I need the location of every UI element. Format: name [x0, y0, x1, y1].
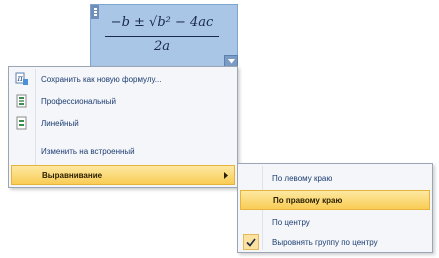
menu-item-change-to-inline[interactable]: Изменить на встроенный — [11, 141, 235, 161]
submenu-item-center[interactable]: По центру — [240, 212, 430, 232]
equation-numerator: −b ± √b² − 4ac — [110, 14, 214, 30]
linear-format-icon — [11, 113, 33, 133]
equation-content: −b ± √b² − 4ac 2a — [103, 11, 221, 63]
submenu-item-label: Выровнять группу по центру — [272, 237, 378, 247]
submenu-item-align-right[interactable]: По правому краю — [240, 190, 430, 210]
menu-item-label: Выравнивание — [42, 170, 103, 180]
submenu-arrow-icon — [224, 172, 228, 179]
svg-text:π: π — [17, 74, 24, 83]
submenu-item-align-left[interactable]: По левому краю — [240, 168, 430, 188]
menu-item-alignment[interactable]: Выравнивание — [11, 165, 235, 185]
equation-move-handle[interactable] — [91, 5, 99, 19]
submenu-item-label: По левому краю — [272, 173, 333, 183]
menu-item-save-as-new-formula[interactable]: π Сохранить как новую формулу... — [11, 69, 235, 89]
equation-object[interactable]: −b ± √b² − 4ac 2a — [90, 4, 238, 68]
submenu-item-label: По правому краю — [273, 195, 343, 205]
equation-context-menu: π Сохранить как новую формулу... Професс… — [8, 66, 238, 188]
submenu-item-center-group[interactable]: Выровнять группу по центру — [240, 232, 430, 252]
menu-item-label: Профессиональный — [41, 96, 116, 106]
menu-item-professional[interactable]: Профессиональный — [11, 91, 235, 111]
menu-item-label: Изменить на встроенный — [41, 146, 135, 156]
save-formula-icon: π — [11, 69, 33, 89]
menu-item-linear[interactable]: Линейный — [11, 113, 235, 133]
alignment-submenu: По левому краю По правому краю По центру… — [237, 163, 433, 253]
professional-format-icon — [11, 91, 33, 111]
submenu-item-label: По центру — [272, 217, 310, 227]
menu-item-label: Сохранить как новую формулу... — [41, 74, 162, 84]
chevron-down-icon — [227, 59, 235, 64]
menu-item-label: Линейный — [41, 118, 79, 128]
document-canvas: −b ± √b² − 4ac 2a π Сохранить как новую … — [0, 0, 439, 258]
fraction-bar — [105, 36, 219, 37]
equation-denominator: 2a — [153, 39, 171, 54]
checkmark-icon — [243, 234, 259, 250]
